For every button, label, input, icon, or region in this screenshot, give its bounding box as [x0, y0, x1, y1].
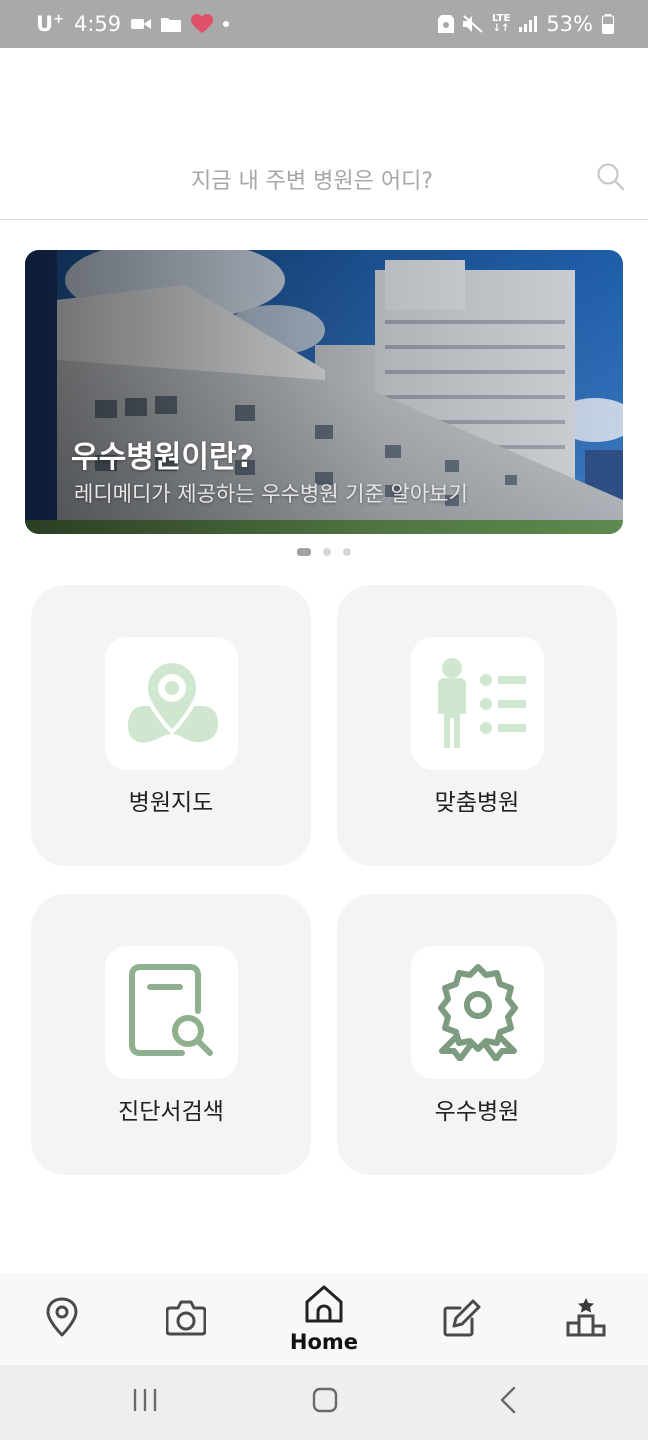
carrier-label: U+ — [36, 12, 64, 36]
network-type-label: LTE ↓↑ — [491, 13, 511, 34]
menu-label: 진단서검색 — [118, 1099, 224, 1125]
recent-apps-button[interactable] — [125, 1385, 165, 1419]
document-search-icon — [124, 961, 220, 1065]
menu-icon-box — [411, 946, 544, 1079]
status-time: 4:59 — [73, 12, 122, 36]
menu-certificate-search[interactable]: 진단서검색 — [31, 894, 311, 1175]
menu-label: 우수병원 — [434, 1099, 520, 1125]
pagination-dot[interactable] — [323, 548, 331, 556]
battery-icon — [602, 14, 614, 34]
menu-icon-box — [411, 637, 544, 770]
nav-location[interactable] — [37, 1273, 87, 1365]
home-icon — [304, 1284, 344, 1328]
nav-camera[interactable] — [161, 1273, 211, 1365]
battery-percent: 53% — [546, 12, 593, 36]
banner-title: 우수병원이란? — [71, 440, 255, 475]
location-icon — [45, 1297, 79, 1341]
mute-icon — [462, 15, 483, 33]
menu-excellent-hospital[interactable]: 우수병원 — [337, 894, 617, 1175]
signal-icon — [519, 16, 538, 32]
promo-banner[interactable]: 우수병원이란? 레디메디가 제공하는 우수병원 기준 알아보기 — [25, 250, 623, 534]
banner-pagination — [0, 548, 648, 556]
video-icon — [131, 17, 152, 31]
home-system-button[interactable] — [305, 1385, 345, 1419]
back-chevron-icon — [498, 1386, 518, 1418]
menu-custom-hospital[interactable]: 맞춤병원 — [337, 585, 617, 866]
menu-icon-box — [105, 946, 238, 1079]
pagination-dot-active[interactable] — [297, 548, 311, 556]
search-icon[interactable] — [596, 162, 626, 196]
menu-hospital-map[interactable]: 병원지도 — [31, 585, 311, 866]
folder-icon — [161, 16, 182, 32]
nav-ranking[interactable] — [561, 1273, 611, 1365]
camera-icon — [165, 1298, 207, 1340]
home-square-icon — [312, 1387, 338, 1417]
menu-label: 병원지도 — [128, 790, 214, 816]
pagination-dot[interactable] — [343, 548, 351, 556]
person-list-icon — [428, 652, 528, 756]
nav-edit[interactable] — [437, 1273, 487, 1365]
bottom-nav: Home — [0, 1273, 648, 1365]
menu-label: 맞춤병원 — [434, 790, 520, 816]
banner-subtitle: 레디메디가 제공하는 우수병원 기준 알아보기 — [74, 482, 468, 506]
nav-home-label: Home — [289, 1330, 359, 1354]
menu-icon-box — [105, 637, 238, 770]
ranking-icon — [566, 1297, 606, 1341]
nav-home[interactable]: Home — [284, 1273, 364, 1365]
search-input[interactable]: 지금 내 주변 병원은 어디? — [0, 163, 624, 195]
edit-icon — [442, 1297, 482, 1341]
heart-icon — [191, 14, 214, 34]
data-saver-icon — [437, 15, 454, 33]
notification-dot-icon — [223, 21, 230, 27]
back-button[interactable] — [488, 1385, 528, 1419]
map-pin-icon — [124, 654, 220, 754]
status-bar: U+ 4:59 LTE ↓↑ 53% — [0, 0, 648, 48]
search-bar[interactable]: 지금 내 주변 병원은 어디? — [0, 48, 648, 220]
system-navigation-bar — [0, 1365, 648, 1440]
recent-apps-icon — [132, 1387, 158, 1417]
award-badge-icon — [428, 961, 528, 1065]
